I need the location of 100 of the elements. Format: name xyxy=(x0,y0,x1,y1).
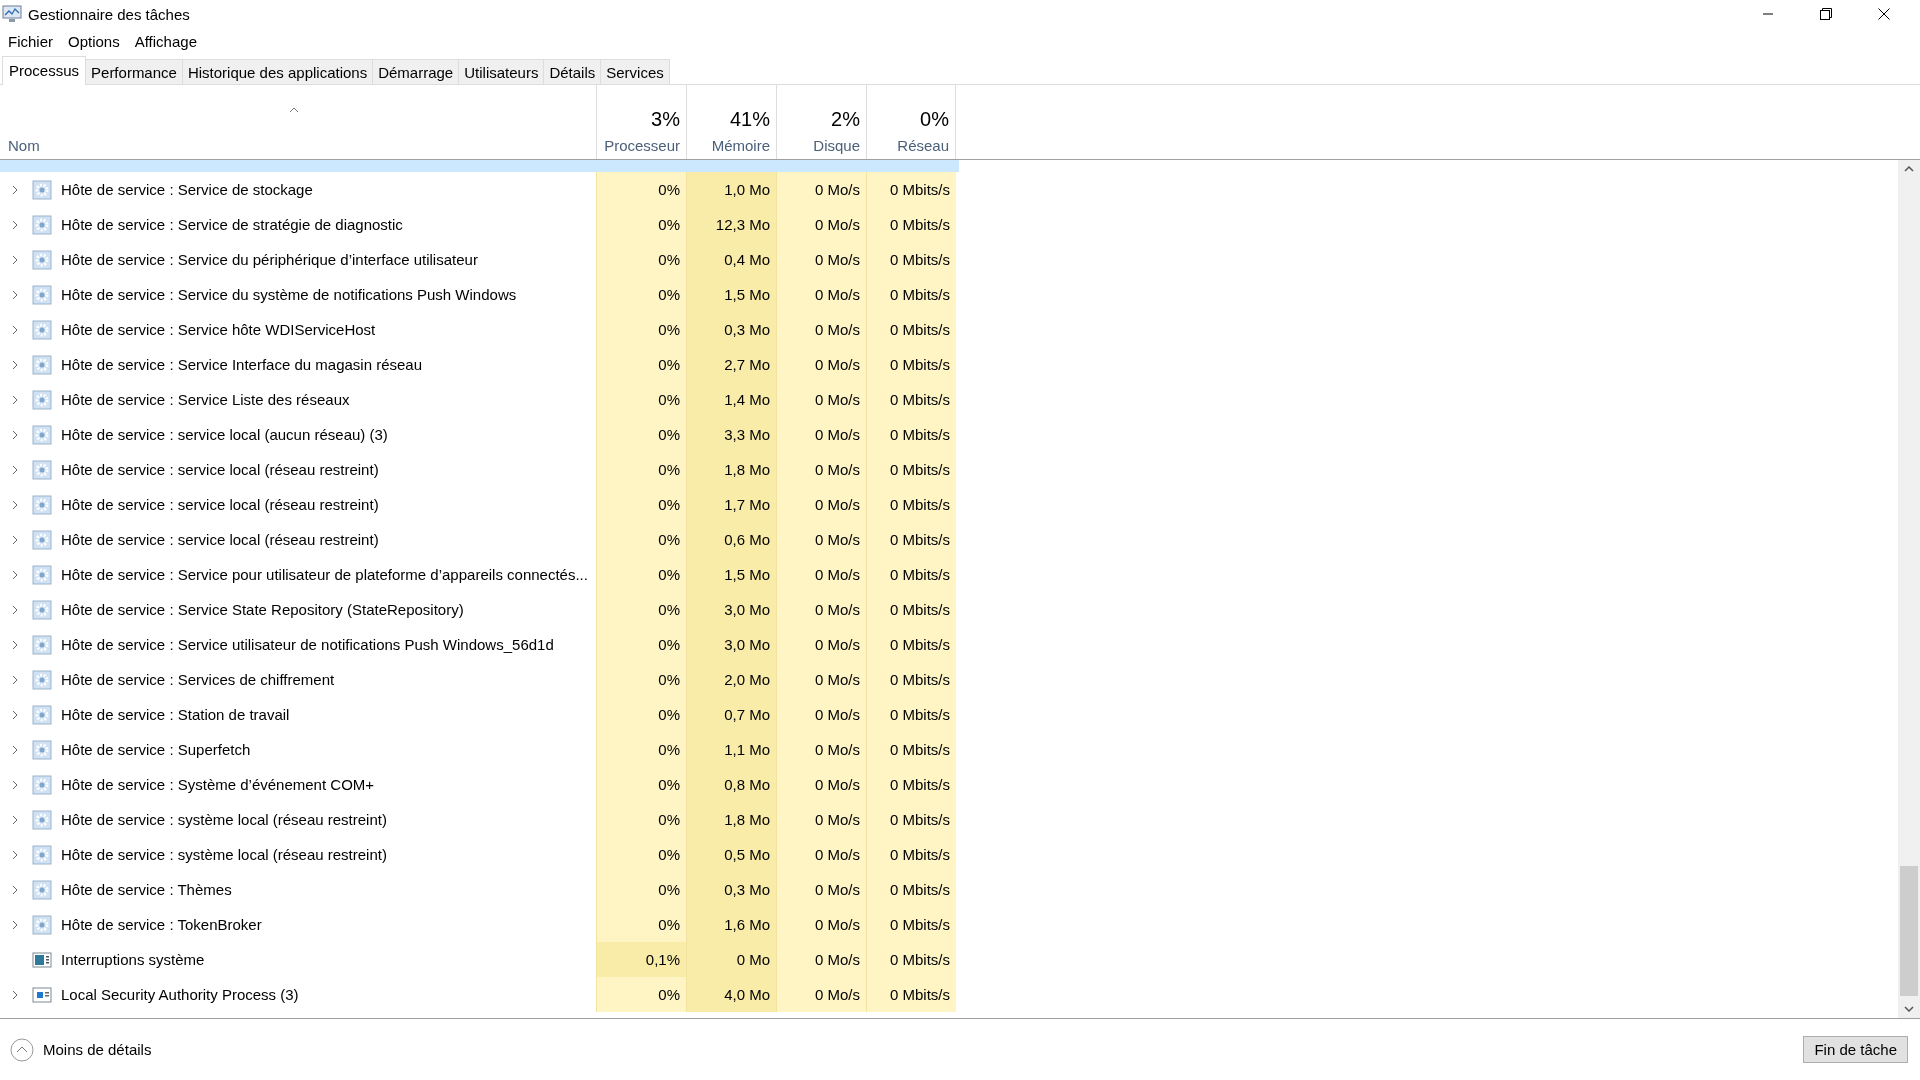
expand-chevron-icon[interactable] xyxy=(12,499,18,510)
process-name[interactable]: Hôte de service : Service hôte WDIServiceHost xyxy=(61,321,376,338)
expand-chevron-icon[interactable] xyxy=(12,219,18,230)
table-cell: 0% xyxy=(596,382,686,417)
process-name[interactable]: Hôte de service : service local (réseau restreint) xyxy=(61,531,379,548)
process-name[interactable]: Hôte de service : Service Liste des réseaux xyxy=(61,391,350,408)
gear-icon xyxy=(32,249,52,270)
expand-chevron-icon[interactable] xyxy=(12,254,18,265)
gear-icon xyxy=(32,809,52,830)
table-cell: 3,0 Mo xyxy=(686,627,776,662)
tab[interactable]: Utilisateurs xyxy=(458,59,545,84)
fewer-details-link[interactable]: Moins de détails xyxy=(43,1041,152,1058)
process-name[interactable]: Hôte de service : service local (réseau restreint) xyxy=(61,496,379,513)
expand-chevron-icon[interactable] xyxy=(12,709,18,720)
table-cell: 0 Mo/s xyxy=(776,732,866,767)
expand-chevron-icon[interactable] xyxy=(12,814,18,825)
column-header[interactable]: Réseau xyxy=(897,137,949,154)
column-usage: 3% xyxy=(651,108,680,131)
tab[interactable]: Services xyxy=(600,59,670,84)
table-cell: 0,7 Mo xyxy=(686,697,776,732)
gear-icon xyxy=(32,739,52,760)
gear-icon xyxy=(32,669,52,690)
process-name[interactable]: Hôte de service : Service du périphérique d’interface utilisateur xyxy=(61,251,478,268)
menu-item[interactable]: Options xyxy=(68,32,120,50)
expand-chevron-icon[interactable] xyxy=(12,534,18,545)
gear-icon xyxy=(32,354,52,375)
menu-item[interactable]: Affichage xyxy=(134,32,197,50)
menu-item[interactable]: Fichier xyxy=(8,32,53,50)
column-usage: 2% xyxy=(831,108,860,131)
table-cell: 0 Mbits/s xyxy=(866,347,956,382)
process-name[interactable]: Hôte de service : Service Interface du magasin réseau xyxy=(61,356,423,373)
scrollbar[interactable] xyxy=(1898,160,1920,1018)
column-header[interactable]: Processeur xyxy=(604,137,680,154)
process-name[interactable]: Hôte de service : Service du système de notifications Push Windows xyxy=(61,286,517,303)
process-name[interactable]: Hôte de service : Service pour utilisateur de plateforme d’appareils connectés... xyxy=(61,566,588,583)
process-name[interactable]: Hôte de service : Superfetch xyxy=(61,741,251,758)
tab[interactable]: Performance xyxy=(85,59,183,84)
column-header[interactable]: Nom xyxy=(8,137,40,154)
tab[interactable]: Détails xyxy=(543,59,602,84)
expand-chevron-icon[interactable] xyxy=(12,324,18,335)
table-cell: 0 Mbits/s xyxy=(866,592,956,627)
process-name[interactable]: Hôte de service : Thèmes xyxy=(61,881,232,898)
process-name[interactable]: Hôte de service : Station de travail xyxy=(61,706,290,723)
expand-chevron-icon[interactable] xyxy=(12,429,18,440)
table-cell: 0 Mo/s xyxy=(776,207,866,242)
table-cell: 0 Mbits/s xyxy=(866,977,956,1012)
table-cell: 0 Mbits/s xyxy=(866,627,956,662)
process-name[interactable]: Hôte de service : Service de stockage xyxy=(61,181,313,198)
table-cell: 0 Mo/s xyxy=(776,242,866,277)
expand-chevron-icon[interactable] xyxy=(12,884,18,895)
restore-icon[interactable] xyxy=(1820,8,1832,20)
process-name[interactable]: Hôte de service : Service utilisateur de notifications Push Windows_56d1d xyxy=(61,636,554,653)
process-name[interactable]: Hôte de service : Services de chiffrement xyxy=(61,671,335,688)
scroll-down-icon[interactable] xyxy=(1904,1006,1914,1012)
table-cell: 0 Mbits/s xyxy=(866,767,956,802)
table-cell: 1,4 Mo xyxy=(686,382,776,417)
table-cell: 0% xyxy=(596,767,686,802)
end-task-button[interactable]: Fin de tâche xyxy=(1803,1036,1908,1063)
process-name[interactable]: Hôte de service : système local (réseau restreint) xyxy=(61,811,387,828)
tab[interactable]: Démarrage xyxy=(372,59,460,84)
tab[interactable]: Processus xyxy=(2,56,87,85)
gear-icon xyxy=(32,914,52,935)
process-name[interactable]: Hôte de service : TokenBroker xyxy=(61,916,262,933)
expand-chevron-icon[interactable] xyxy=(12,989,18,1000)
expand-chevron-icon[interactable] xyxy=(12,604,18,615)
expand-chevron-icon[interactable] xyxy=(12,919,18,930)
expand-chevron-icon[interactable] xyxy=(12,569,18,580)
close-icon[interactable] xyxy=(1878,8,1890,20)
process-name[interactable]: Hôte de service : service local (réseau restreint) xyxy=(61,461,379,478)
process-name[interactable]: Hôte de service : Système d’événement COM+ xyxy=(61,776,375,793)
table-cell: 0% xyxy=(596,172,686,207)
process-name[interactable]: Hôte de service : service local (aucun réseau) (3) xyxy=(61,426,388,443)
table-cell: 0 Mo/s xyxy=(776,312,866,347)
expand-chevron-icon[interactable] xyxy=(12,464,18,475)
process-name[interactable]: Interruptions système xyxy=(61,951,205,968)
column-header[interactable]: Disque xyxy=(813,137,860,154)
expand-chevron-icon[interactable] xyxy=(12,184,18,195)
scroll-up-icon[interactable] xyxy=(1904,166,1914,172)
process-name[interactable]: Hôte de service : Service State Repository (StateRepository) xyxy=(61,601,464,618)
collapse-icon[interactable] xyxy=(10,1037,34,1062)
gear-icon xyxy=(32,634,52,655)
expand-chevron-icon[interactable] xyxy=(12,289,18,300)
sort-caret-icon[interactable] xyxy=(289,107,299,113)
table-cell: 0 Mbits/s xyxy=(866,382,956,417)
process-name[interactable]: Hôte de service : système local (réseau restreint) xyxy=(61,846,387,863)
expand-chevron-icon[interactable] xyxy=(12,394,18,405)
expand-chevron-icon[interactable] xyxy=(12,359,18,370)
column-header[interactable]: Mémoire xyxy=(711,137,770,154)
expand-chevron-icon[interactable] xyxy=(12,674,18,685)
expand-chevron-icon[interactable] xyxy=(12,639,18,650)
table-cell: 0% xyxy=(596,627,686,662)
gear-icon xyxy=(32,529,52,550)
process-name[interactable]: Local Security Authority Process (3) xyxy=(61,986,299,1003)
expand-chevron-icon[interactable] xyxy=(12,744,18,755)
tab[interactable]: Historique des applications xyxy=(181,59,374,84)
expand-chevron-icon[interactable] xyxy=(12,779,18,790)
expand-chevron-icon[interactable] xyxy=(12,849,18,860)
table-cell: 0 Mo/s xyxy=(776,592,866,627)
process-name[interactable]: Hôte de service : Service de stratégie de diagnostic xyxy=(61,216,403,233)
scrollbar-thumb[interactable] xyxy=(1900,866,1918,996)
